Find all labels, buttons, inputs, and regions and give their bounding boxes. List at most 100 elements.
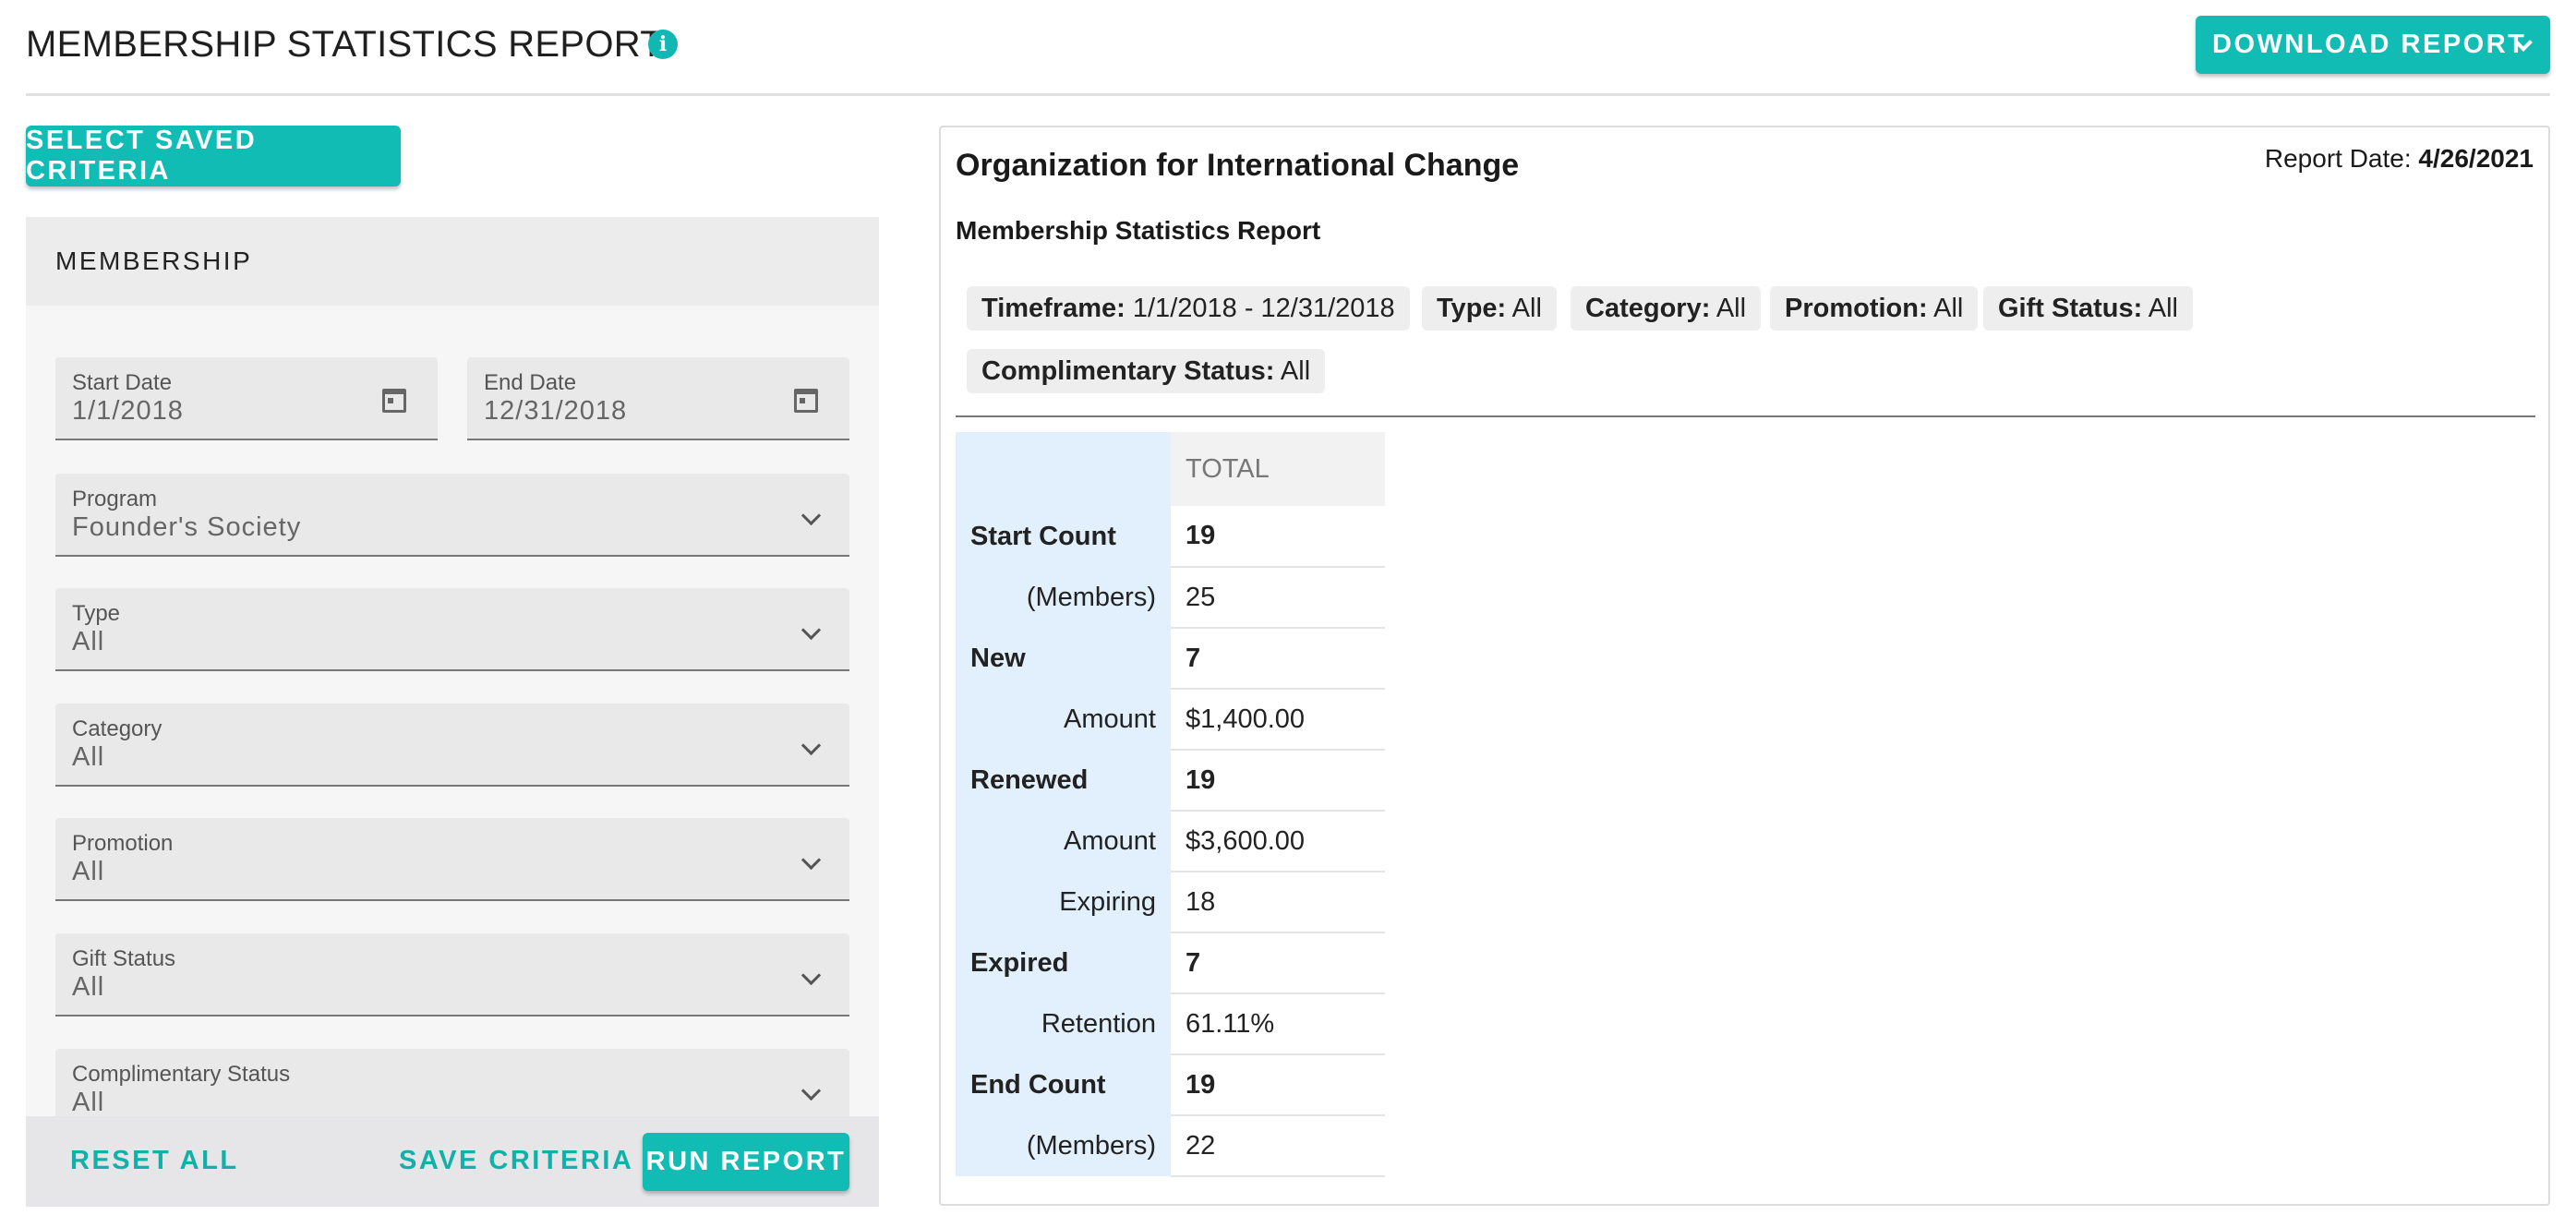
row-label: Amount bbox=[956, 689, 1171, 750]
filter-chip-complimentary-status: Complimentary Status: All bbox=[967, 349, 1326, 393]
row-value: 19 bbox=[1171, 506, 1385, 568]
filter-chip-timeframe: Timeframe: 1/1/2018 - 12/31/2018 bbox=[967, 286, 1410, 331]
run-report-button[interactable]: RUN REPORT bbox=[643, 1133, 849, 1191]
filter-chip-type: Type: All bbox=[1422, 286, 1557, 331]
chevron-down-icon bbox=[800, 1080, 822, 1101]
complimentary-status-value: All bbox=[72, 1088, 105, 1116]
chevron-down-icon bbox=[800, 849, 822, 871]
table-row: Renewed 19 bbox=[956, 750, 1385, 812]
category-select[interactable]: Category All bbox=[55, 704, 849, 787]
table-row: Expiring 18 bbox=[956, 872, 1385, 933]
calendar-icon[interactable] bbox=[794, 389, 818, 413]
report-date-label: Report Date: bbox=[2264, 144, 2412, 173]
chevron-down-icon bbox=[800, 620, 822, 641]
row-value: 25 bbox=[1171, 567, 1385, 629]
row-label: Retention bbox=[956, 993, 1171, 1054]
row-value: 7 bbox=[1171, 628, 1385, 690]
page-title: MEMBERSHIP STATISTICS REPORT bbox=[26, 24, 663, 65]
table-row: Expired 7 bbox=[956, 932, 1385, 994]
table-header-row: TOTAL bbox=[956, 432, 1385, 506]
table-row: End Count 19 bbox=[956, 1054, 1385, 1116]
gift-status-label: Gift Status bbox=[72, 946, 176, 971]
report-date-value: 4/26/2021 bbox=[2418, 144, 2534, 173]
table-row: Retention 61.11% bbox=[956, 993, 1385, 1055]
form-footer: RESET ALL SAVE CRITERIA RUN REPORT bbox=[26, 1116, 879, 1207]
row-label: Expiring bbox=[956, 872, 1171, 932]
table-row: Amount $1,400.00 bbox=[956, 689, 1385, 751]
report-panel: Organization for International Change Re… bbox=[939, 126, 2550, 1206]
table-row: (Members) 22 bbox=[956, 1115, 1385, 1177]
column-header-total: TOTAL bbox=[1171, 432, 1385, 506]
page-header: MEMBERSHIP STATISTICS REPORT i DOWNLOAD … bbox=[26, 0, 2550, 96]
page: MEMBERSHIP STATISTICS REPORT i DOWNLOAD … bbox=[0, 0, 2576, 1215]
start-date-field[interactable]: Start Date 1/1/2018 bbox=[55, 357, 438, 440]
save-criteria-button[interactable]: SAVE CRITERIA bbox=[399, 1146, 633, 1176]
filter-chip-gift-status: Gift Status: All bbox=[1983, 286, 2193, 331]
select-saved-criteria-button[interactable]: SELECT SAVED CRITERIA bbox=[26, 126, 401, 186]
table-row: New 7 bbox=[956, 628, 1385, 690]
end-date-value: 12/31/2018 bbox=[484, 396, 628, 426]
promotion-label: Promotion bbox=[72, 831, 174, 856]
row-value: 61.11% bbox=[1171, 993, 1385, 1055]
table-row: Start Count 19 bbox=[956, 506, 1385, 568]
gift-status-value: All bbox=[72, 972, 105, 1002]
row-value: $1,400.00 bbox=[1171, 689, 1385, 751]
row-label: Amount bbox=[956, 811, 1171, 872]
type-value: All bbox=[72, 627, 105, 656]
gift-status-select[interactable]: Gift Status All bbox=[55, 933, 849, 1017]
filter-chip-category: Category: All bbox=[1571, 286, 1762, 331]
filter-key: Gift Status: bbox=[1998, 294, 2143, 323]
organization-name: Organization for International Change bbox=[956, 148, 1520, 183]
report-date: Report Date: 4/26/2021 bbox=[2265, 144, 2534, 174]
filter-value: All bbox=[1715, 294, 1747, 323]
type-label: Type bbox=[72, 601, 121, 626]
row-value: $3,600.00 bbox=[1171, 811, 1385, 872]
filter-value: All bbox=[1511, 294, 1542, 323]
chevron-down-icon bbox=[800, 505, 822, 526]
program-select[interactable]: Program Founder's Society bbox=[55, 474, 849, 557]
row-label: End Count bbox=[956, 1054, 1171, 1115]
calendar-icon[interactable] bbox=[382, 389, 406, 413]
chevron-down-icon bbox=[800, 965, 822, 986]
filter-key: Timeframe: bbox=[981, 294, 1125, 323]
divider bbox=[956, 415, 2535, 417]
statistics-table: TOTAL Start Count 19 (Members) 25 New 7 … bbox=[956, 432, 1385, 1177]
promotion-select[interactable]: Promotion All bbox=[55, 818, 849, 901]
promotion-value: All bbox=[72, 857, 105, 886]
row-label-header bbox=[956, 432, 1171, 506]
end-date-label: End Date bbox=[484, 370, 577, 395]
row-label: New bbox=[956, 628, 1171, 689]
filter-chip-promotion: Promotion: All bbox=[1770, 286, 1979, 331]
row-value: 19 bbox=[1171, 1054, 1385, 1116]
row-value: 19 bbox=[1171, 750, 1385, 812]
reset-all-button[interactable]: RESET ALL bbox=[70, 1146, 239, 1176]
row-value: 22 bbox=[1171, 1115, 1385, 1177]
info-icon[interactable]: i bbox=[648, 30, 678, 59]
table-row: (Members) 25 bbox=[956, 567, 1385, 629]
row-value: 18 bbox=[1171, 872, 1385, 933]
criteria-form: Start Date 1/1/2018 End Date 12/31/2018 … bbox=[26, 306, 879, 1116]
row-label: Expired bbox=[956, 932, 1171, 993]
filter-value: All bbox=[2148, 294, 2178, 323]
category-value: All bbox=[72, 742, 105, 772]
complimentary-status-select[interactable]: Complimentary Status All bbox=[55, 1049, 849, 1116]
start-date-label: Start Date bbox=[72, 370, 173, 395]
row-label: (Members) bbox=[956, 1115, 1171, 1176]
filter-key: Category: bbox=[1585, 294, 1711, 323]
program-value: Founder's Society bbox=[72, 512, 302, 542]
row-label: Start Count bbox=[956, 506, 1171, 567]
type-select[interactable]: Type All bbox=[55, 588, 849, 671]
row-label: Renewed bbox=[956, 750, 1171, 811]
download-report-button[interactable]: DOWNLOAD REPORT bbox=[2196, 16, 2550, 74]
chevron-down-icon bbox=[800, 735, 822, 756]
report-subtitle: Membership Statistics Report bbox=[956, 216, 1321, 245]
start-date-value: 1/1/2018 bbox=[72, 396, 184, 426]
end-date-field[interactable]: End Date 12/31/2018 bbox=[467, 357, 849, 440]
row-value: 7 bbox=[1171, 932, 1385, 994]
row-label: (Members) bbox=[956, 567, 1171, 628]
filter-key: Type: bbox=[1437, 294, 1507, 323]
program-label: Program bbox=[72, 487, 158, 511]
membership-section-header[interactable]: MEMBERSHIP bbox=[26, 217, 879, 306]
category-label: Category bbox=[72, 716, 163, 741]
section-title: MEMBERSHIP bbox=[55, 247, 253, 275]
